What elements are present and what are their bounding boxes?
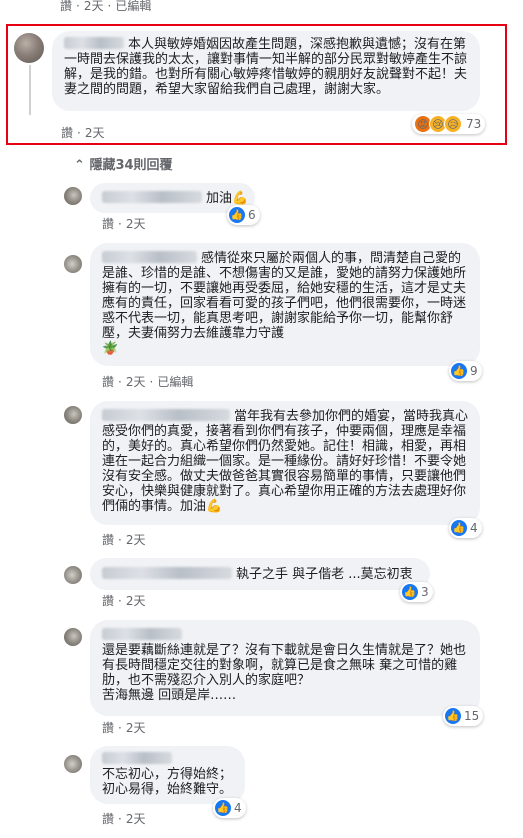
timestamp[interactable]: 2天 (126, 375, 146, 389)
like-count-badge[interactable]: 👍 9 (449, 361, 482, 381)
reply-text: 執子之手 與子偕老 ...莫忘初衷 (236, 567, 413, 582)
timestamp[interactable]: 2天 (126, 594, 146, 608)
chevron-up-icon: ⌃ (74, 158, 85, 173)
author-name[interactable] (64, 37, 124, 49)
edited-label: 已編輯 (115, 0, 152, 13)
top-comment-meta: 讚 · 2天 · 已編輯 (60, 0, 152, 13)
like-action[interactable]: 讚 (102, 217, 114, 231)
like-action[interactable]: 讚 (102, 812, 114, 826)
like-count-badge[interactable]: 👍 15 (443, 706, 484, 726)
author-name[interactable] (102, 251, 197, 263)
avatar[interactable] (64, 628, 82, 646)
reply-meta: 讚 · 2天 · 已編輯 (102, 375, 194, 389)
like-count-badge[interactable]: 👍 6 (227, 205, 260, 225)
like-action[interactable]: 讚 (102, 533, 114, 547)
like-action[interactable]: 讚 (61, 126, 73, 140)
timestamp[interactable]: 2天 (126, 217, 146, 231)
hidden-replies-toggle[interactable]: ⌃ 隱藏34則回覆 (74, 154, 173, 173)
like-icon: 👍 (451, 363, 467, 379)
avatar[interactable] (14, 33, 44, 63)
reply-text: 當年我有去參加你們的婚宴，當時我真心感受你們的真愛，接著看到你們有孩子，仲要兩個… (102, 409, 469, 514)
timestamp[interactable]: 2天 (126, 721, 146, 735)
reply-bubble: 不忘初心，方得始終； 初心易得，始終難守。 (90, 746, 245, 804)
reply-bubble: 感情從來只屬於兩個人的事，問清楚自己愛的是誰、珍惜的是誰、不想傷害的又是誰，愛她… (90, 243, 480, 366)
author-name[interactable] (102, 191, 202, 203)
reaction-summary[interactable]: 😡 😢 😥 73 (412, 114, 486, 134)
plant-icon: 🪴 (102, 341, 119, 356)
avatar[interactable] (64, 566, 82, 584)
like-action[interactable]: 讚 (102, 594, 114, 608)
like-count-badge[interactable]: 👍 4 (449, 518, 482, 538)
avatar[interactable] (64, 255, 82, 273)
author-name[interactable] (102, 409, 230, 421)
author-name[interactable] (102, 752, 172, 764)
reply-meta: 讚 · 2天 (102, 594, 146, 608)
like-action[interactable]: 讚 (102, 375, 114, 389)
reply-meta: 讚 · 2天 (102, 533, 146, 547)
like-action[interactable]: 讚 (102, 721, 114, 735)
like-icon: 👍 (445, 708, 461, 724)
like-icon: 👍 (229, 207, 245, 223)
like-action[interactable]: 讚 (60, 0, 72, 13)
reply-bubble: 當年我有去參加你們的婚宴，當時我真心感受你們的真愛，接著看到你們有孩子，仲要兩個… (90, 401, 480, 525)
avatar[interactable] (64, 755, 82, 773)
reply-text: 不忘初心，方得始終； 初心易得，始終難守。 (102, 767, 233, 797)
like-count-badge[interactable]: 👍 3 (400, 582, 433, 602)
like-icon: 👍 (402, 584, 418, 600)
comment-text: 本人與敏婷婚姻因故產生問題，深感抱歉與遺憾；沒有在第一時間去保護我的太太，讓對事… (64, 37, 468, 97)
reply-text: 還是要藕斷絲連就是了？沒有下載就是會日久生情就是了？她也有長時間穩定交往的對象啊… (102, 643, 467, 703)
reply-meta: 讚 · 2天 (102, 812, 146, 826)
edited-label: 已編輯 (157, 375, 194, 389)
comment-meta: 讚 · 2天 (61, 126, 105, 140)
like-icon: 👍 (215, 800, 231, 816)
reply-bubble: 還是要藕斷絲連就是了？沒有下載就是會日久生情就是了？她也有長時間穩定交往的對象啊… (90, 620, 480, 716)
like-icon: 👍 (451, 520, 467, 536)
avatar[interactable] (64, 406, 82, 424)
muscle-icon: 💪 (206, 499, 223, 514)
thread-line (29, 65, 31, 115)
timestamp[interactable]: 2天 (126, 812, 146, 826)
author-name[interactable] (102, 567, 232, 579)
timestamp[interactable]: 2天 (85, 126, 105, 140)
reply-meta: 讚 · 2天 (102, 217, 146, 231)
reply-bubble: 執子之手 與子偕老 ...莫忘初衷 (90, 558, 430, 590)
timestamp[interactable]: 2天 (84, 0, 104, 13)
like-count-badge[interactable]: 👍 4 (213, 798, 246, 818)
muscle-icon: 💪 (232, 191, 249, 206)
reaction-count: 73 (466, 117, 482, 131)
author-name[interactable] (102, 628, 182, 640)
timestamp[interactable]: 2天 (126, 533, 146, 547)
reply-meta: 讚 · 2天 (102, 721, 146, 735)
main-comment-bubble: 本人與敏婷婚姻因故產生問題，深感抱歉與遺憾；沒有在第一時間去保護我的太太，讓對事… (52, 31, 480, 111)
avatar[interactable] (64, 187, 82, 205)
sad-icon: 😥 (444, 115, 462, 133)
reply-text: 感情從來只屬於兩個人的事，問清楚自己愛的是誰、珍惜的是誰、不想傷害的又是誰，愛她… (102, 251, 467, 341)
reply-text: 加油 (206, 191, 233, 206)
